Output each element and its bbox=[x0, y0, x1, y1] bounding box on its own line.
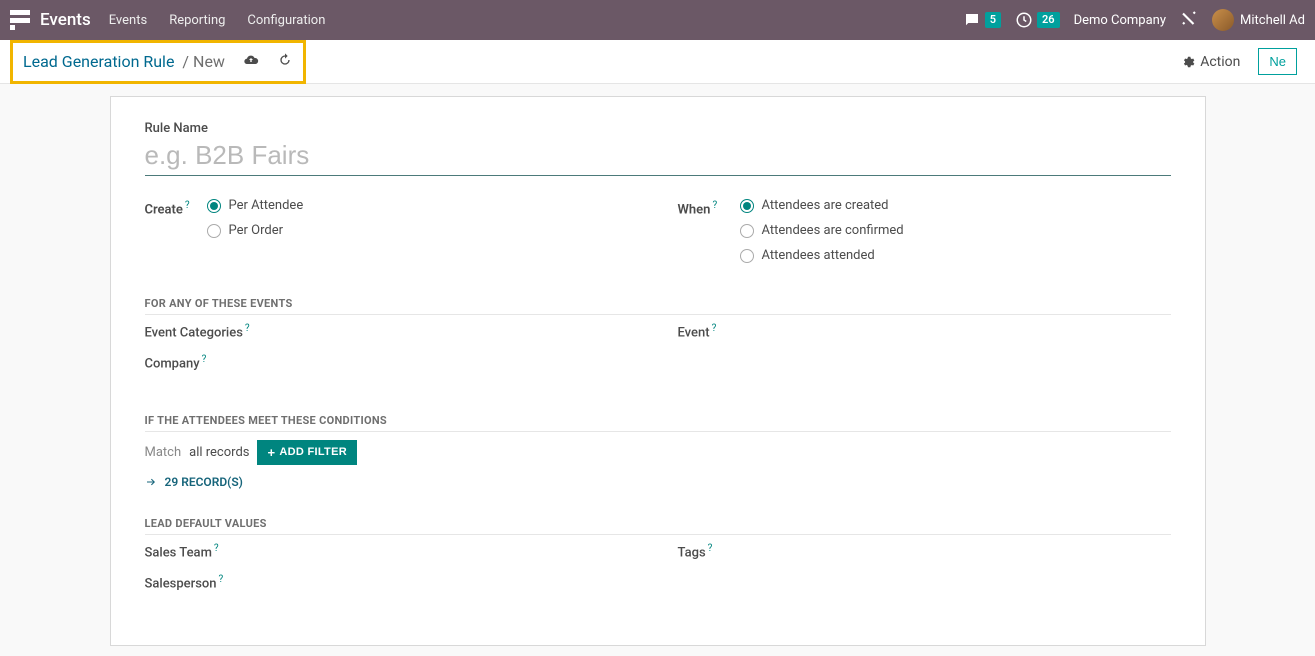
event-categories-field[interactable]: Event Categories? bbox=[145, 323, 638, 340]
help-icon[interactable]: ? bbox=[202, 354, 207, 365]
section-lead-defaults-title: Lead Default Values bbox=[145, 517, 1171, 535]
radio-attendees-attended[interactable]: Attendees attended bbox=[740, 248, 904, 263]
radio-attendees-created[interactable]: Attendees are created bbox=[740, 198, 904, 213]
records-count: 29 RECORD(S) bbox=[165, 475, 243, 489]
sales-team-field[interactable]: Sales Team? bbox=[145, 543, 638, 560]
when-label: When? bbox=[678, 198, 740, 217]
user-menu[interactable]: Mitchell Ad bbox=[1212, 9, 1305, 31]
chat-icon bbox=[963, 11, 981, 29]
plus-icon: + bbox=[267, 445, 275, 460]
help-icon[interactable]: ? bbox=[708, 543, 713, 554]
match-scope: all records bbox=[189, 445, 249, 460]
actionbar: Lead Generation Rule / New Action Ne bbox=[0, 40, 1315, 84]
app-brand[interactable]: Events bbox=[40, 10, 91, 30]
help-icon[interactable]: ? bbox=[245, 323, 250, 334]
messages-badge: 5 bbox=[985, 12, 1001, 28]
event-field[interactable]: Event? bbox=[678, 323, 1171, 340]
activities-badge: 26 bbox=[1037, 12, 1060, 28]
clock-icon bbox=[1015, 11, 1033, 29]
rule-name-label: Rule Name bbox=[145, 121, 1171, 136]
add-filter-button[interactable]: +ADD FILTER bbox=[257, 440, 356, 465]
create-label: Create? bbox=[145, 198, 207, 217]
help-icon[interactable]: ? bbox=[219, 574, 224, 585]
radio-attendees-confirmed[interactable]: Attendees are confirmed bbox=[740, 223, 904, 238]
section-events-title: For any of these Events bbox=[145, 297, 1171, 315]
nav-events[interactable]: Events bbox=[109, 13, 147, 28]
breadcrumb-highlight: Lead Generation Rule / New bbox=[10, 40, 306, 84]
help-icon[interactable]: ? bbox=[214, 543, 219, 554]
discard-icon[interactable] bbox=[277, 52, 293, 72]
user-name: Mitchell Ad bbox=[1240, 13, 1305, 28]
rule-name-input[interactable] bbox=[145, 138, 1171, 176]
apps-icon[interactable] bbox=[10, 10, 30, 30]
help-icon[interactable]: ? bbox=[712, 200, 717, 211]
arrow-right-icon bbox=[145, 476, 157, 488]
breadcrumb-sep: / bbox=[182, 52, 189, 71]
new-button[interactable]: Ne bbox=[1258, 48, 1297, 75]
radio-per-order[interactable]: Per Order bbox=[207, 223, 304, 238]
gear-icon bbox=[1181, 55, 1195, 69]
nav-configuration[interactable]: Configuration bbox=[247, 13, 325, 28]
messages-indicator[interactable]: 5 bbox=[963, 11, 1001, 29]
company-switcher[interactable]: Demo Company bbox=[1074, 13, 1166, 28]
records-link[interactable]: 29 RECORD(S) bbox=[145, 475, 1171, 489]
breadcrumb-current: New bbox=[193, 52, 225, 71]
form-sheet: Rule Name Create? Per Attendee Per Order… bbox=[110, 96, 1206, 646]
salesperson-field[interactable]: Salesperson? bbox=[145, 574, 638, 591]
nav-reporting[interactable]: Reporting bbox=[169, 13, 225, 28]
breadcrumb-parent[interactable]: Lead Generation Rule bbox=[23, 52, 174, 71]
action-menu[interactable]: Action bbox=[1181, 54, 1240, 70]
match-prefix: Match bbox=[145, 445, 182, 460]
section-conditions-title: If the Attendees meet these Conditions bbox=[145, 414, 1171, 432]
radio-per-attendee[interactable]: Per Attendee bbox=[207, 198, 304, 213]
debug-icon[interactable] bbox=[1180, 9, 1198, 31]
company-field[interactable]: Company? bbox=[145, 354, 638, 371]
help-icon[interactable]: ? bbox=[185, 200, 190, 211]
topbar: Events Events Reporting Configuration 5 … bbox=[0, 0, 1315, 40]
match-row: Match all records +ADD FILTER bbox=[145, 440, 1171, 465]
activities-indicator[interactable]: 26 bbox=[1015, 11, 1060, 29]
tags-field[interactable]: Tags? bbox=[678, 543, 1171, 560]
avatar bbox=[1212, 9, 1234, 31]
help-icon[interactable]: ? bbox=[712, 323, 717, 334]
action-label: Action bbox=[1200, 54, 1240, 70]
cloud-save-icon[interactable] bbox=[243, 52, 259, 72]
